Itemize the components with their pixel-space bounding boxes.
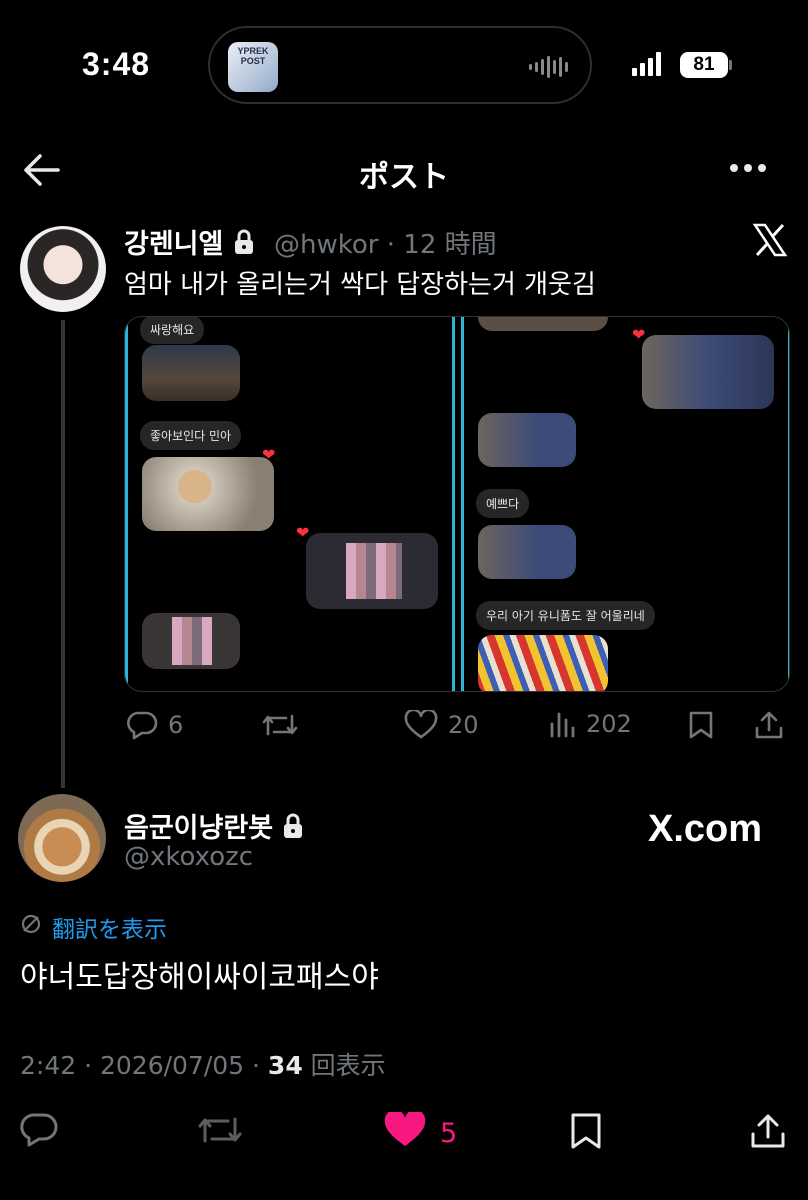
- signal-icon: [632, 52, 661, 76]
- heart-reaction-icon: ❤: [632, 325, 646, 344]
- battery-nub: [729, 60, 732, 70]
- author-name-text: 강렌니엘: [124, 229, 224, 260]
- reply-meta: 2:42 · 2026/07/05 · 34 回表示: [20, 1046, 386, 1082]
- now-playing-artwork: YPREK POST: [228, 42, 278, 92]
- chat-photo: [142, 457, 274, 531]
- heart-icon: [404, 710, 438, 740]
- reply-icon: [20, 1112, 58, 1155]
- lock-icon: [282, 813, 304, 846]
- media-right-screenshot: ❤ 예쁘다 우리 아기 유니폼도 잘 어울리네: [461, 317, 789, 691]
- chat-photo: [478, 635, 608, 691]
- x-logo-icon: [752, 222, 788, 262]
- reply-count: 6: [168, 711, 184, 739]
- chat-bubble: 우리 아기 유니폼도 잘 어울리네: [476, 601, 655, 630]
- dynamic-island[interactable]: YPREK POST: [208, 26, 592, 104]
- share-button[interactable]: [750, 1112, 786, 1157]
- post-media[interactable]: 싸랑해요 좋아보인다 민아 ❤ ❤ ❤ 예쁘다 우리 아기 유니폼도 잘 어울리…: [124, 316, 790, 692]
- post-author-name[interactable]: 강렌니엘: [124, 222, 255, 262]
- censor-blur: [346, 543, 402, 599]
- media-left-screenshot: 싸랑해요 좋아보인다 민아 ❤ ❤: [125, 317, 455, 691]
- audio-wave-icon: [529, 56, 568, 78]
- chat-photo: [478, 317, 608, 331]
- handle-text: @hwkor: [274, 230, 379, 260]
- post-actions: 6 20 202: [124, 704, 790, 748]
- reply-icon: [126, 710, 158, 740]
- views-icon: [548, 710, 576, 738]
- lock-icon: [233, 229, 255, 262]
- reply-like-count: 5: [440, 1118, 458, 1149]
- reply-timestamp: 2:42 · 2026/07/05 ·: [20, 1051, 268, 1080]
- repost-icon: [198, 1112, 242, 1155]
- chat-photo: [142, 345, 240, 401]
- page-title: ポスト: [359, 160, 449, 195]
- reply-button[interactable]: [20, 1112, 58, 1155]
- bookmark-button[interactable]: [688, 710, 714, 740]
- translate-button[interactable]: 翻訳を表示: [20, 910, 167, 944]
- repost-icon: [262, 710, 298, 740]
- bookmark-button[interactable]: [570, 1112, 602, 1157]
- reply-actions: 5: [0, 1108, 808, 1158]
- chat-photo: [142, 613, 240, 669]
- reply-button[interactable]: 6: [126, 710, 183, 740]
- x-com-watermark: X.com: [648, 808, 763, 850]
- separator: ·: [386, 230, 396, 260]
- reply-author-avatar[interactable]: [18, 794, 106, 882]
- chat-photo: [478, 525, 576, 579]
- reply-author-name-text: 음군이냥란봇: [124, 813, 274, 844]
- bookmark-icon: [570, 1112, 602, 1157]
- share-icon: [750, 1112, 786, 1157]
- status-time: 3:48: [82, 46, 151, 82]
- post-handle[interactable]: @hwkor · 12 時間: [274, 224, 497, 261]
- top-bar: ポスト: [0, 140, 808, 200]
- share-icon: [754, 710, 784, 740]
- like-count: 20: [448, 711, 479, 739]
- share-button[interactable]: [754, 710, 784, 740]
- reply-view-count: 34: [267, 1051, 303, 1080]
- battery-icon: 81: [680, 52, 728, 78]
- more-icon[interactable]: [730, 164, 766, 172]
- chat-bubble: 좋아보인다 민아: [140, 421, 242, 450]
- repost-button[interactable]: [262, 710, 298, 740]
- bookmark-icon: [688, 710, 714, 740]
- view-count: 202: [586, 710, 632, 738]
- artwork-label: YPREK POST: [237, 46, 269, 66]
- thread-line: [61, 320, 65, 788]
- chat-photo: [478, 413, 576, 467]
- chat-bubble: 예쁘다: [476, 489, 530, 518]
- translate-icon: [20, 913, 42, 941]
- author-avatar[interactable]: [20, 226, 106, 312]
- censor-blur: [172, 617, 212, 665]
- post-age: 12 時間: [403, 230, 497, 260]
- heart-filled-icon: [384, 1109, 426, 1155]
- chat-photo: [642, 335, 774, 409]
- heart-reaction-icon: ❤: [262, 445, 276, 464]
- repost-button[interactable]: [198, 1112, 242, 1155]
- translate-label: 翻訳を表示: [52, 917, 167, 943]
- post-text: 엄마 내가 올리는거 싹다 답장하는거 개웃김: [124, 270, 596, 300]
- reply-text: 야너도답장해이싸이코패스야: [20, 960, 379, 995]
- chat-photo: [306, 533, 438, 609]
- views-button[interactable]: 202: [548, 710, 632, 738]
- status-bar: 3:48 YPREK POST 81: [0, 0, 808, 130]
- like-button[interactable]: 20: [404, 710, 479, 740]
- reply-author-name[interactable]: 음군이냥란봇: [124, 806, 304, 846]
- reply-view-label: 回表示: [302, 1051, 386, 1080]
- heart-reaction-icon: ❤: [296, 523, 310, 542]
- reply-handle[interactable]: @xkoxozc: [124, 842, 253, 872]
- chat-bubble: 싸랑해요: [140, 317, 205, 344]
- like-button[interactable]: 5: [384, 1109, 458, 1155]
